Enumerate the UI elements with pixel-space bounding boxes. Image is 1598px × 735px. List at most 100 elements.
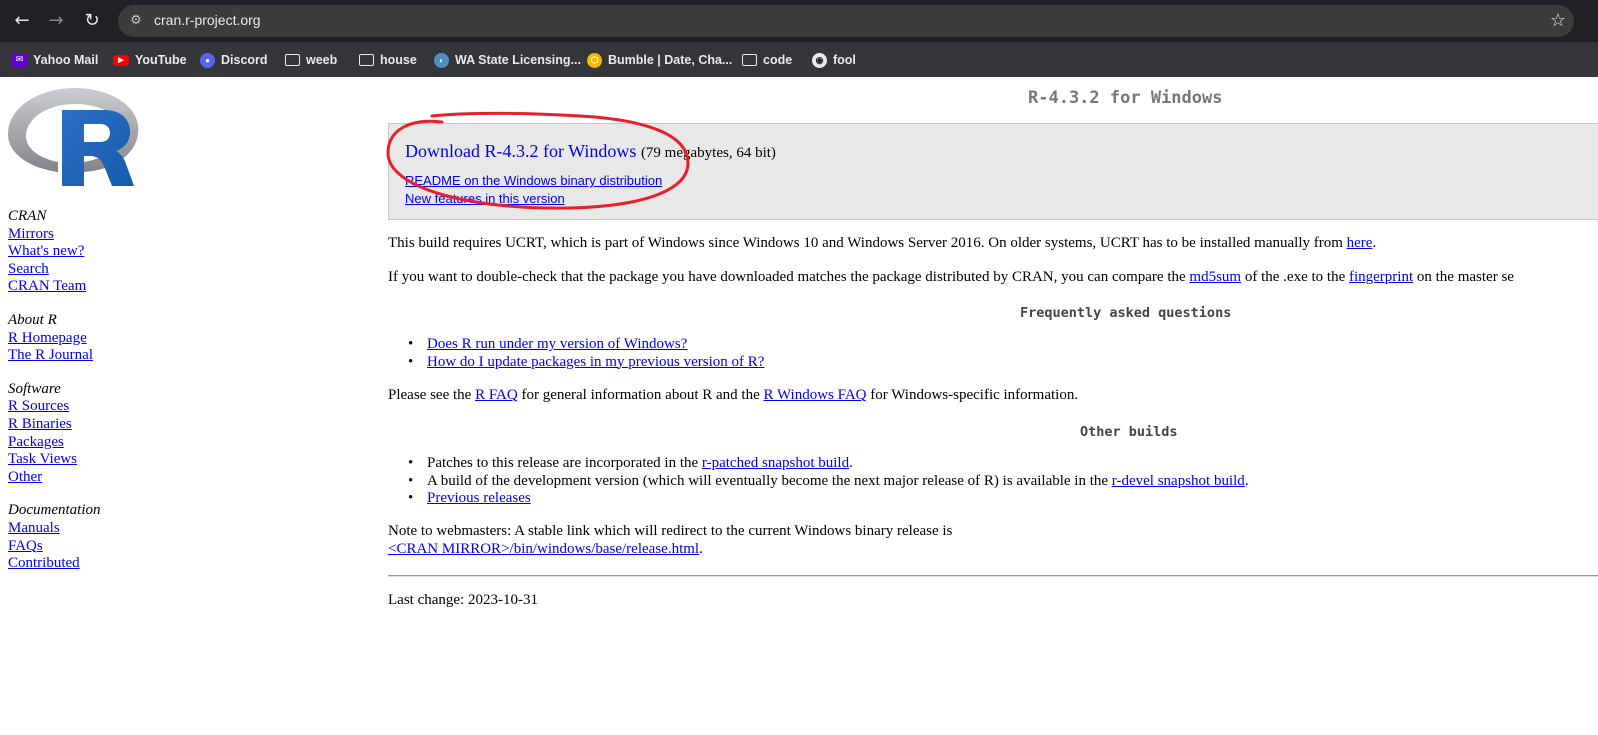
forward-icon[interactable]: → xyxy=(42,7,70,35)
list-item-text: A build of the development version (whic… xyxy=(427,472,1109,489)
sidebar-link-r-binaries[interactable]: R Binaries xyxy=(8,416,168,434)
folder-icon xyxy=(359,54,374,66)
sidebar-heading: Software xyxy=(8,380,61,397)
md5sum-link[interactable]: md5sum xyxy=(1189,269,1241,285)
sidebar-link-search[interactable]: Search xyxy=(8,261,168,279)
bookmark-star-icon[interactable]: ☆ xyxy=(1550,10,1566,31)
github-icon: ◉ xyxy=(812,52,827,68)
faq-heading: Frequently asked questions xyxy=(1020,305,1232,321)
bookmark-discord[interactable]: ● Discord xyxy=(200,48,268,72)
bookmarks-bar: ✉ Yahoo Mail ▶ YouTube ● Discord weeb house… xyxy=(0,42,1598,77)
download-box: Download R-4.3.2 for Windows (79 megabyt… xyxy=(388,123,1598,220)
address-bar[interactable]: ⚙ cran.r-project.org ☆ xyxy=(118,5,1574,37)
list-item: A build of the development version (whic… xyxy=(408,473,1249,491)
sidebar-link-mirrors[interactable]: Mirrors xyxy=(8,226,168,244)
download-line: Download R-4.3.2 for Windows (79 megabyt… xyxy=(405,141,776,162)
sidebar-link-r-sources[interactable]: R Sources xyxy=(8,398,168,416)
bookmark-folder-house[interactable]: house xyxy=(359,48,417,72)
see-text: Please see the xyxy=(388,387,472,403)
sidebar-link-packages[interactable]: Packages xyxy=(8,434,168,452)
reload-icon[interactable]: ↻ xyxy=(78,7,106,35)
md5-text: If you want to double-check that the pac… xyxy=(388,269,1186,285)
sidebar-link-contributed[interactable]: Contributed xyxy=(8,555,168,573)
md5-text: on the master se xyxy=(1416,269,1514,285)
sidebar-heading: About R xyxy=(8,311,57,328)
webmaster-note: Note to webmasters: A stable link which … xyxy=(388,523,953,557)
md5-paragraph: If you want to double-check that the pac… xyxy=(388,269,1514,286)
see-faq-paragraph: Please see the R FAQ for general informa… xyxy=(388,387,1078,404)
bookmark-label: code xyxy=(763,53,793,67)
readme-link[interactable]: README on the Windows binary distributio… xyxy=(405,173,662,188)
faq-list: Does R run under my version of Windows? … xyxy=(408,336,764,371)
md5-text: of the .exe to the xyxy=(1244,269,1346,285)
bookmark-label: Yahoo Mail xyxy=(33,53,99,67)
sidebar-heading: Documentation xyxy=(8,502,101,519)
other-builds-list: Patches to this release are incorporated… xyxy=(408,455,1249,508)
last-change: Last change: 2023-10-31 xyxy=(388,592,538,608)
other-builds-heading: Other builds xyxy=(1080,424,1178,440)
bookmark-label: fool xyxy=(833,53,856,67)
back-icon[interactable]: ← xyxy=(8,7,36,35)
previous-releases-link[interactable]: Previous releases xyxy=(427,490,531,506)
bumble-icon: ⬡ xyxy=(587,52,602,68)
bookmark-label: weeb xyxy=(306,53,338,67)
fingerprint-link[interactable]: fingerprint xyxy=(1349,269,1413,285)
list-item: Patches to this release are incorporated… xyxy=(408,455,1249,473)
release-link[interactable]: <CRAN MIRROR>/bin/windows/base/release.h… xyxy=(388,541,699,557)
list-item-text: Patches to this release are incorporated… xyxy=(427,455,699,471)
browser-toolbar: ← → ↻ ⚙ cran.r-project.org ☆ xyxy=(0,0,1598,42)
site-info-icon[interactable]: ⚙ xyxy=(126,11,146,31)
note-text: Note to webmasters: A stable link which … xyxy=(388,523,953,539)
r-windows-faq-link[interactable]: R Windows FAQ xyxy=(763,387,866,403)
bookmark-label: house xyxy=(380,53,417,67)
sidebar-section-about: About R R Homepage The R Journal xyxy=(8,312,168,365)
sidebar-link-other[interactable]: Other xyxy=(8,469,168,487)
sidebar-heading: CRAN xyxy=(8,208,47,224)
youtube-icon: ▶ xyxy=(113,54,129,66)
download-link[interactable]: Download R-4.3.2 for Windows xyxy=(405,141,636,161)
bookmark-label: Discord xyxy=(221,53,268,67)
r-patched-link[interactable]: r-patched snapshot build xyxy=(702,455,849,471)
sidebar-section-cran: CRAN Mirrors What's new? Search CRAN Tea… xyxy=(8,208,168,296)
folder-icon xyxy=(742,54,757,66)
bookmark-youtube[interactable]: ▶ YouTube xyxy=(113,48,187,72)
faq-link-update-packages[interactable]: How do I update packages in my previous … xyxy=(427,354,764,370)
sidebar: CRAN Mirrors What's new? Search CRAN Tea… xyxy=(8,208,168,589)
bookmark-fool[interactable]: ◉ fool xyxy=(812,48,856,72)
new-features-link[interactable]: New features in this version xyxy=(405,191,565,206)
sidebar-section-documentation: Documentation Manuals FAQs Contributed xyxy=(8,502,168,572)
bookmark-yahoo-mail[interactable]: ✉ Yahoo Mail xyxy=(12,48,98,72)
faq-link-windows-version[interactable]: Does R run under my version of Windows? xyxy=(427,336,687,352)
r-devel-link[interactable]: r-devel snapshot build xyxy=(1112,473,1245,489)
bookmark-label: WA State Licensing... xyxy=(455,53,581,67)
sidebar-section-software: Software R Sources R Binaries Packages T… xyxy=(8,381,168,487)
bookmark-bumble[interactable]: ⬡ Bumble | Date, Cha... xyxy=(587,48,732,72)
sidebar-link-cran-team[interactable]: CRAN Team xyxy=(8,278,168,296)
yahoo-mail-icon: ✉ xyxy=(12,52,27,68)
list-item: How do I update packages in my previous … xyxy=(408,354,764,372)
ucrt-paragraph: This build requires UCRT, which is part … xyxy=(388,235,1377,251)
list-item: Previous releases xyxy=(408,490,1249,508)
wa-state-icon: ◐ xyxy=(434,52,449,68)
url-text[interactable]: cran.r-project.org xyxy=(154,12,261,28)
sidebar-link-task-views[interactable]: Task Views xyxy=(8,451,168,469)
ucrt-here-link[interactable]: here xyxy=(1347,235,1373,251)
sidebar-link-r-homepage[interactable]: R Homepage xyxy=(8,330,168,348)
sidebar-link-r-journal[interactable]: The R Journal xyxy=(8,347,168,365)
sidebar-link-whats-new[interactable]: What's new? xyxy=(8,243,168,261)
sidebar-link-manuals[interactable]: Manuals xyxy=(8,520,168,538)
divider xyxy=(388,575,1598,577)
r-faq-link[interactable]: R FAQ xyxy=(475,387,518,403)
bookmark-label: Bumble | Date, Cha... xyxy=(608,53,733,67)
ucrt-text: This build requires UCRT, which is part … xyxy=(388,235,1343,251)
bookmark-folder-code[interactable]: code xyxy=(742,48,792,72)
sidebar-link-faqs[interactable]: FAQs xyxy=(8,538,168,556)
bookmark-label: YouTube xyxy=(135,53,187,67)
page-title: R-4.3.2 for Windows xyxy=(1028,88,1223,108)
bookmark-wa-state[interactable]: ◐ WA State Licensing... xyxy=(434,48,581,72)
r-logo[interactable] xyxy=(8,86,142,188)
folder-icon xyxy=(285,54,300,66)
bookmark-folder-weeb[interactable]: weeb xyxy=(285,48,337,72)
discord-icon: ● xyxy=(200,52,215,68)
see-text: for general information about R and the xyxy=(521,387,760,403)
